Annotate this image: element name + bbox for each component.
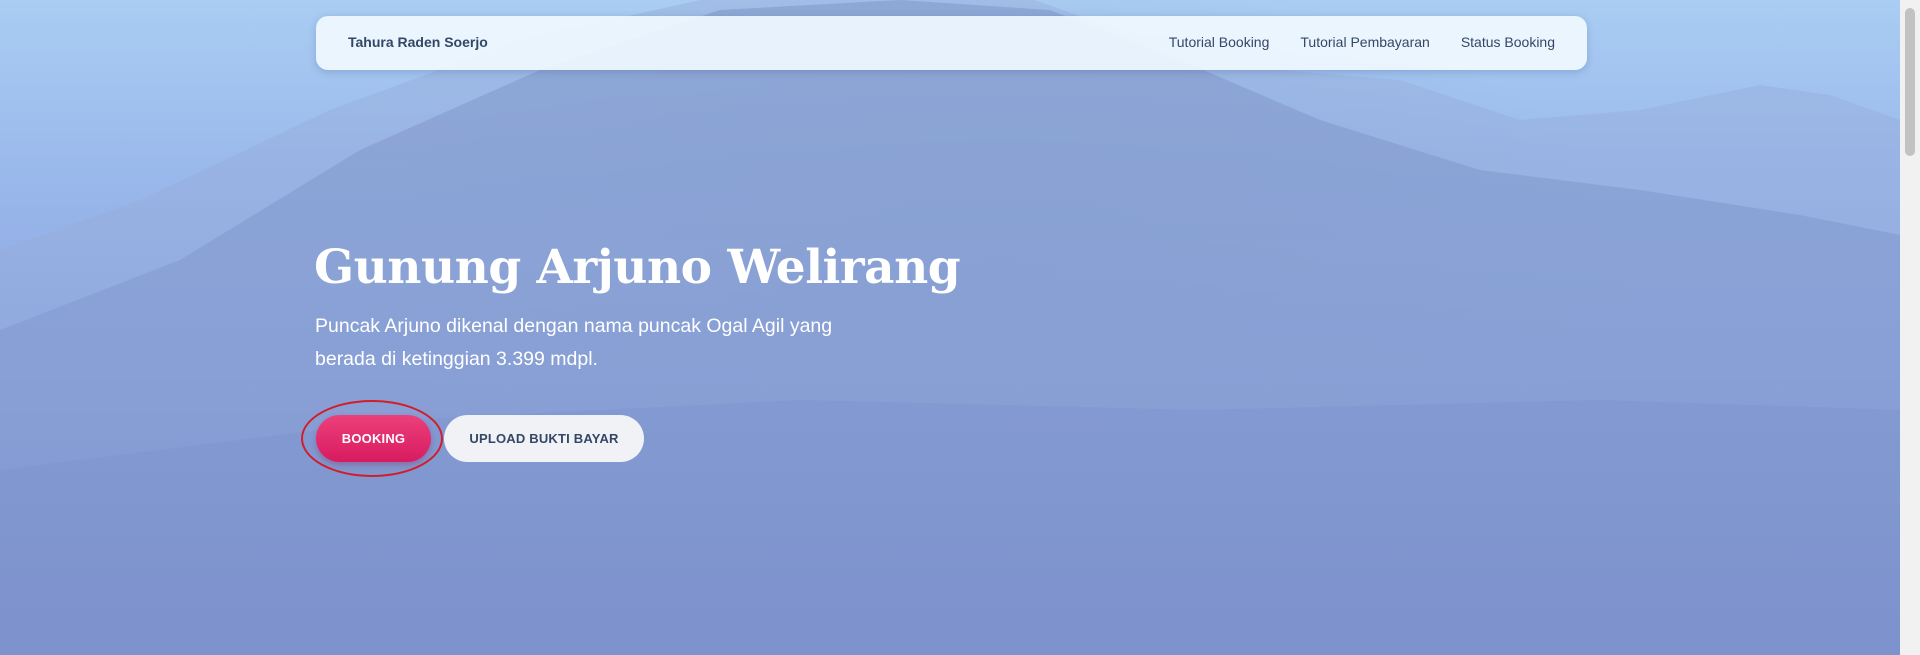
hero-section xyxy=(0,0,1900,655)
scrollbar-thumb[interactable] xyxy=(1905,8,1915,156)
nav-link-tutorial-pembayaran[interactable]: Tutorial Pembayaran xyxy=(1300,34,1429,50)
top-navbar: Tahura Raden Soerjo Tutorial Booking Tut… xyxy=(316,16,1587,70)
nav-links: Tutorial Booking Tutorial Pembayaran Sta… xyxy=(1169,34,1555,50)
mountain-background-image xyxy=(0,0,1900,655)
hero-subtitle: Puncak Arjuno dikenal dengan nama puncak… xyxy=(315,315,833,370)
brand-link[interactable]: Tahura Raden Soerjo xyxy=(348,34,488,50)
hero-title: Gunung Arjuno Welirang xyxy=(314,240,961,295)
page-scrollbar[interactable] xyxy=(1900,0,1920,655)
booking-button[interactable]: BOOKING xyxy=(316,415,431,462)
upload-bukti-bayar-button[interactable]: UPLOAD BUKTI BAYAR xyxy=(444,415,644,462)
nav-link-status-booking[interactable]: Status Booking xyxy=(1461,34,1555,50)
nav-link-tutorial-booking[interactable]: Tutorial Booking xyxy=(1169,34,1270,50)
